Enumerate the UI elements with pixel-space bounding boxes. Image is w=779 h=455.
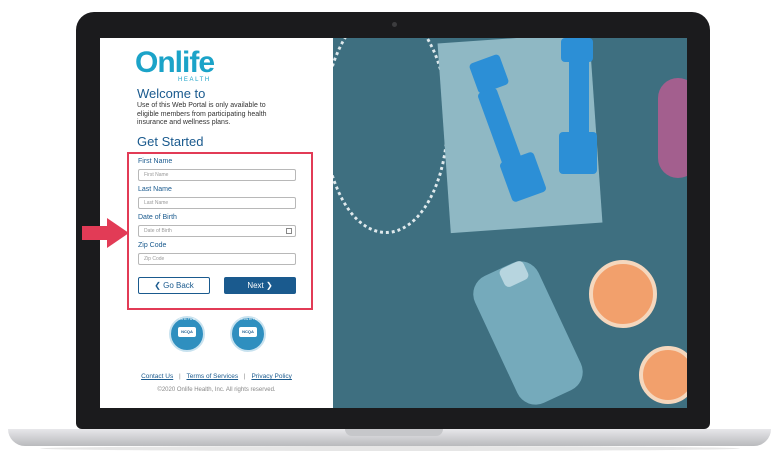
grapefruit-slice-1 [589, 260, 657, 328]
camera-icon [392, 22, 397, 27]
copyright-text: ©2020 Onlife Health, Inc. All rights res… [157, 387, 276, 393]
onlife-logo: Onlife HEALTH [135, 46, 215, 86]
ncqa-audited-badge: AUDITED NCQA [169, 316, 205, 352]
badge-accredited-center: NCQA [239, 327, 257, 337]
next-button[interactable]: Next ❯ [224, 277, 296, 294]
footer-separator: | [243, 373, 246, 380]
badge-audited-center: NCQA [178, 327, 196, 337]
dob-label: Date of Birth [138, 214, 177, 221]
ncqa-accredited-badge: ACCREDITED NCQA [230, 316, 266, 352]
get-started-heading: Get Started [137, 134, 204, 149]
go-back-button[interactable]: ❮ Go Back [138, 277, 210, 294]
highlight-arrow [82, 226, 107, 240]
dumbbell-right-bar [569, 58, 589, 138]
contact-us-link[interactable]: Contact Us [141, 373, 173, 380]
measuring-tape [333, 38, 449, 234]
hero-image [333, 38, 687, 408]
last-name-field[interactable]: Last Name [138, 197, 296, 209]
signup-form: First Name First Name Last Name Last Nam… [127, 152, 313, 310]
water-bottle [466, 254, 590, 408]
login-panel: Onlife HEALTH Welcome to Use of this Web… [100, 38, 333, 408]
terms-link[interactable]: Terms of Services [186, 373, 238, 380]
grapefruit-slice-2 [639, 346, 687, 404]
laptop-shadow [40, 446, 740, 451]
dob-field[interactable]: Date of Birth [138, 225, 296, 237]
logo-wordmark: Onlife [135, 46, 215, 79]
footer-separator: | [179, 373, 181, 380]
laptop-notch [345, 429, 443, 436]
dob-placeholder: Date of Birth [144, 228, 172, 234]
intro-text: Use of this Web Portal is only available… [137, 102, 267, 126]
first-name-field[interactable]: First Name [138, 169, 296, 181]
logo-subtitle: HEALTH [178, 77, 211, 83]
dumbbell-right-bottom [559, 132, 597, 174]
privacy-link[interactable]: Privacy Policy [251, 373, 291, 380]
badge-accredited-label: ACCREDITED [235, 317, 261, 321]
purple-object [658, 78, 687, 178]
laptop-screen: Onlife HEALTH Welcome to Use of this Web… [100, 38, 687, 408]
highlight-arrow-head [107, 218, 129, 248]
first-name-label: First Name [138, 158, 173, 165]
zip-field[interactable]: Zip Code [138, 253, 296, 265]
welcome-heading: Welcome to [137, 86, 206, 101]
footer-links: Contact Us | Terms of Services | Privacy… [100, 373, 333, 380]
zip-label: Zip Code [138, 242, 167, 249]
badge-audited-label: AUDITED [178, 317, 196, 321]
last-name-label: Last Name [138, 186, 172, 193]
calendar-icon[interactable] [286, 228, 292, 234]
